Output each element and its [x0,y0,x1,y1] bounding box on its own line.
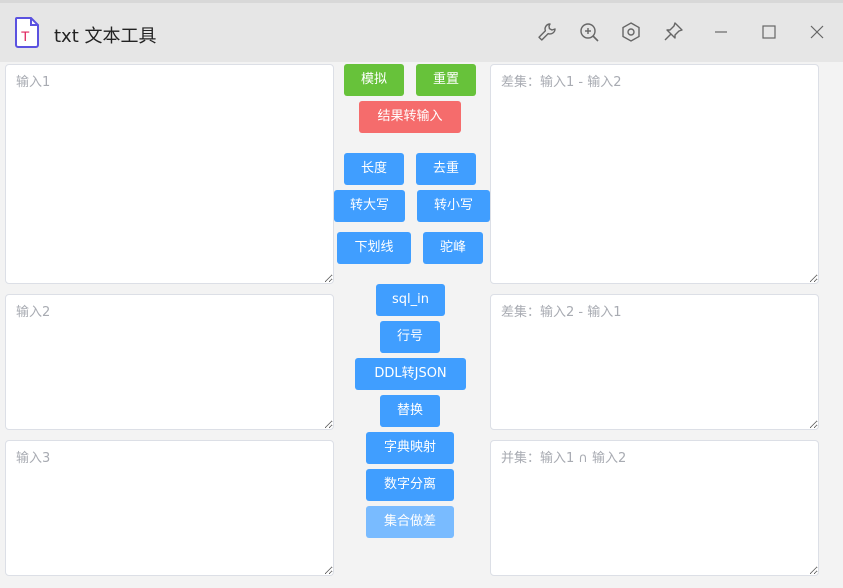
uppercase-button[interactable]: 转大写 [334,190,405,222]
number-separate-button[interactable]: 数字分离 [366,469,454,501]
ddl-to-json-button[interactable]: DDL转JSON [355,358,466,390]
sql-in-button[interactable]: sql_in [376,284,445,316]
minimize-icon[interactable] [710,21,732,43]
result-to-input-button[interactable]: 结果转输入 [359,101,461,133]
length-button[interactable]: 长度 [344,153,404,185]
svg-text:T: T [21,28,30,44]
camel-case-button[interactable]: 驼峰 [423,232,483,264]
lowercase-button[interactable]: 转小写 [417,190,490,222]
wrench-icon[interactable] [536,21,558,43]
app-logo-icon: T [14,16,40,48]
replace-button[interactable]: 替换 [380,395,440,427]
intersection-textarea[interactable] [490,440,819,576]
dedupe-button[interactable]: 去重 [416,153,476,185]
input1-textarea[interactable] [5,64,334,284]
maximize-icon[interactable] [758,21,780,43]
dict-map-button[interactable]: 字典映射 [366,432,454,464]
close-icon[interactable] [806,21,828,43]
set-difference-button[interactable]: 集合做差 [366,506,454,538]
input3-textarea[interactable] [5,440,334,576]
pin-icon[interactable] [662,21,684,43]
reset-button[interactable]: 重置 [416,64,476,96]
zoom-in-icon[interactable] [578,21,600,43]
mock-button[interactable]: 模拟 [344,64,404,96]
input2-textarea[interactable] [5,294,334,430]
diff-2-minus-1-textarea[interactable] [490,294,819,430]
title-bar: T txt 文本工具 [0,0,843,62]
settings-hex-icon[interactable] [620,21,642,43]
diff-1-minus-2-textarea[interactable] [490,64,819,284]
underscore-button[interactable]: 下划线 [337,232,411,264]
window-title: txt 文本工具 [54,26,157,47]
line-number-button[interactable]: 行号 [380,321,440,353]
